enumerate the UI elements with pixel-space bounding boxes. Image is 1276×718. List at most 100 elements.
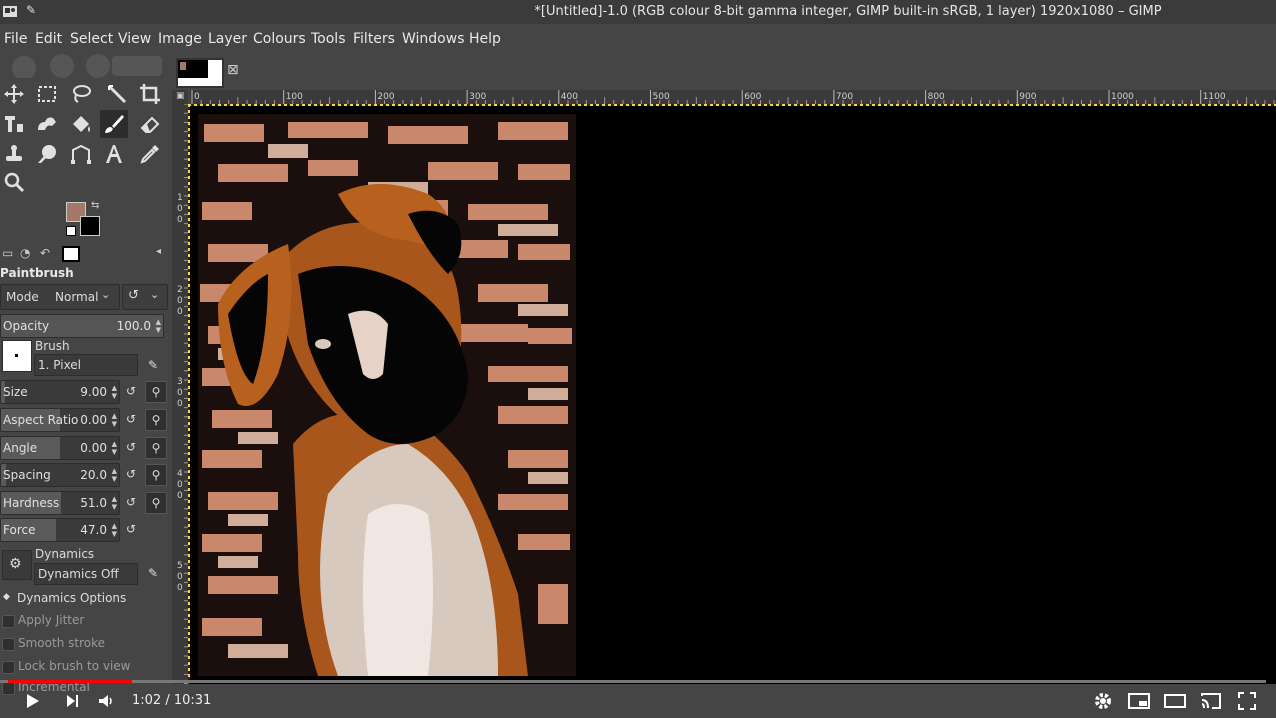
ruler-label: 800 bbox=[928, 92, 945, 102]
brush-name-field[interactable]: 1. Pixel bbox=[34, 354, 138, 376]
window-title: *[Untitled]-1.0 (RGB colour 8-bit gamma … bbox=[534, 4, 1162, 19]
reset-icon[interactable]: ↺ bbox=[121, 464, 141, 484]
lock-brush-checkbox[interactable] bbox=[2, 661, 15, 674]
menu-image[interactable]: Image bbox=[158, 31, 202, 47]
slider-force[interactable]: Force 47.0 ▲ ▼ bbox=[0, 518, 120, 542]
link-icon[interactable]: ⚲ bbox=[145, 464, 167, 486]
dynamics-options-expander[interactable]: Dynamics Options bbox=[17, 591, 126, 605]
configure-tab-icon[interactable]: ◂ bbox=[156, 246, 161, 257]
dynamics-preview[interactable]: ⚙ bbox=[2, 550, 32, 580]
pin-icon[interactable]: ✎ bbox=[26, 3, 36, 17]
spin-arrows-icon[interactable]: ▲ ▼ bbox=[112, 522, 117, 538]
paths-icon[interactable] bbox=[67, 140, 95, 168]
fuzzy-select-icon[interactable] bbox=[103, 80, 131, 108]
menu-windows[interactable]: Windows bbox=[402, 31, 465, 47]
tool-options-tab-icon[interactable]: ▭ bbox=[2, 246, 13, 260]
next-icon[interactable] bbox=[60, 691, 84, 711]
image-canvas[interactable] bbox=[190, 106, 1276, 684]
opacity-label: Opacity bbox=[3, 319, 50, 333]
play-icon[interactable] bbox=[20, 691, 44, 711]
apply-jitter-checkbox[interactable] bbox=[2, 615, 15, 628]
images-tab-icon[interactable] bbox=[62, 246, 80, 262]
reset-icon[interactable]: ↺ bbox=[121, 409, 141, 429]
cast-icon[interactable] bbox=[1199, 691, 1223, 711]
menu-view[interactable]: View bbox=[118, 31, 151, 47]
theater-mode-icon[interactable] bbox=[1163, 691, 1187, 711]
spin-arrows-icon[interactable]: ▲ ▼ bbox=[156, 318, 161, 334]
menu-tools[interactable]: Tools bbox=[311, 31, 346, 47]
bucket-fill-icon[interactable] bbox=[67, 110, 95, 138]
horizontal-ruler[interactable]: 0 100 200 300 400 500 600 700 800 900 1000 1100 bbox=[190, 90, 1276, 104]
menu-help[interactable]: Help bbox=[469, 31, 501, 47]
chevron-down-icon: ⌄ bbox=[150, 288, 160, 301]
rect-select-icon[interactable] bbox=[33, 80, 61, 108]
slider-aspect-ratio[interactable]: Aspect Ratio 0.00 ▲ ▼ bbox=[0, 408, 120, 432]
spin-arrows-icon[interactable]: ▲ ▼ bbox=[112, 467, 117, 483]
menu-colours[interactable]: Colours bbox=[253, 31, 306, 47]
ruler-corner[interactable]: ▣ bbox=[174, 90, 188, 104]
menu-filters[interactable]: Filters bbox=[353, 31, 395, 47]
expander-icon[interactable]: ◆ bbox=[3, 592, 10, 602]
transform-icon[interactable] bbox=[0, 110, 28, 138]
edit-dynamics-icon[interactable]: ✎ bbox=[143, 563, 163, 583]
opacity-slider[interactable]: Opacity 100.0 ▲ ▼ bbox=[0, 314, 164, 338]
spin-arrows-icon[interactable]: ▲ ▼ bbox=[112, 495, 117, 511]
miniplayer-icon[interactable] bbox=[1127, 691, 1151, 711]
link-icon[interactable]: ⚲ bbox=[145, 492, 167, 514]
slider-size[interactable]: Size 9.00 ▲ ▼ bbox=[0, 380, 120, 404]
menu-edit[interactable]: Edit bbox=[35, 31, 62, 47]
zoom-icon[interactable] bbox=[0, 168, 28, 196]
spin-arrows-icon[interactable]: ▲ ▼ bbox=[112, 440, 117, 456]
reset-icon[interactable]: ↺ bbox=[121, 492, 141, 512]
edit-brush-icon[interactable]: ✎ bbox=[143, 355, 163, 375]
move-tool-icon[interactable] bbox=[0, 80, 28, 108]
link-icon[interactable]: ⚲ bbox=[145, 381, 167, 403]
smudge-icon[interactable] bbox=[33, 140, 61, 168]
ruler-label: 0 bbox=[177, 491, 183, 501]
eraser-icon[interactable] bbox=[136, 110, 164, 138]
close-icon[interactable]: ⊠ bbox=[227, 62, 239, 78]
ruler-label: 0 bbox=[177, 388, 183, 398]
undo-history-tab-icon[interactable]: ↶ bbox=[40, 246, 50, 260]
spin-arrows-icon[interactable]: ▲ ▼ bbox=[112, 384, 117, 400]
spin-arrows-icon[interactable]: ▲ ▼ bbox=[112, 412, 117, 428]
clone-icon[interactable] bbox=[0, 140, 28, 168]
link-icon[interactable]: ⚲ bbox=[145, 437, 167, 459]
settings-icon[interactable] bbox=[1091, 691, 1115, 711]
swap-colors-icon[interactable]: ⇆ bbox=[91, 200, 99, 211]
device-status-tab-icon[interactable]: ◔ bbox=[20, 246, 30, 260]
text-icon[interactable] bbox=[100, 140, 128, 168]
menu-file[interactable]: File bbox=[4, 31, 27, 47]
lasso-icon[interactable] bbox=[67, 80, 95, 108]
reset-icon[interactable]: ↺ bbox=[121, 437, 141, 457]
ruler-label: 1 bbox=[177, 193, 183, 203]
mode-select[interactable]: Mode Normal ⌄ bbox=[0, 284, 120, 310]
color-picker-icon[interactable] bbox=[136, 140, 164, 168]
fullscreen-icon[interactable] bbox=[1235, 691, 1259, 711]
menu-select[interactable]: Select bbox=[70, 31, 113, 47]
smooth-stroke-checkbox[interactable] bbox=[2, 638, 15, 651]
slider-hardness[interactable]: Hardness 51.0 ▲ ▼ bbox=[0, 491, 120, 515]
link-icon[interactable]: ⚲ bbox=[145, 409, 167, 431]
ruler-label: 4 bbox=[177, 469, 183, 479]
ruler-label: 700 bbox=[836, 92, 853, 102]
brush-preview[interactable] bbox=[2, 340, 32, 372]
reset-icon[interactable]: ↺ bbox=[121, 519, 141, 539]
vertical-ruler[interactable]: 100200300400500 bbox=[174, 104, 188, 684]
volume-icon[interactable] bbox=[94, 691, 118, 711]
default-colors-icon[interactable] bbox=[66, 226, 76, 236]
paintbrush-icon[interactable] bbox=[100, 110, 128, 138]
image-thumbnail-tab[interactable] bbox=[176, 58, 224, 88]
ruler-label: 1000 bbox=[1111, 92, 1134, 102]
reset-icon[interactable]: ↺ bbox=[121, 381, 141, 401]
mode-reset-button[interactable]: ↺ ⌄ bbox=[122, 284, 168, 310]
slider-angle[interactable]: Angle 0.00 ▲ ▼ bbox=[0, 436, 120, 460]
slider-value: 20.0 bbox=[80, 468, 107, 482]
crop-icon[interactable] bbox=[136, 80, 164, 108]
background-color[interactable] bbox=[80, 216, 100, 236]
slider-spacing[interactable]: Spacing 20.0 ▲ ▼ bbox=[0, 463, 120, 487]
warp-icon[interactable] bbox=[33, 110, 61, 138]
dynamics-field[interactable]: Dynamics Off bbox=[34, 563, 138, 585]
ruler-label: 0 bbox=[194, 92, 200, 102]
menu-layer[interactable]: Layer bbox=[208, 31, 247, 47]
